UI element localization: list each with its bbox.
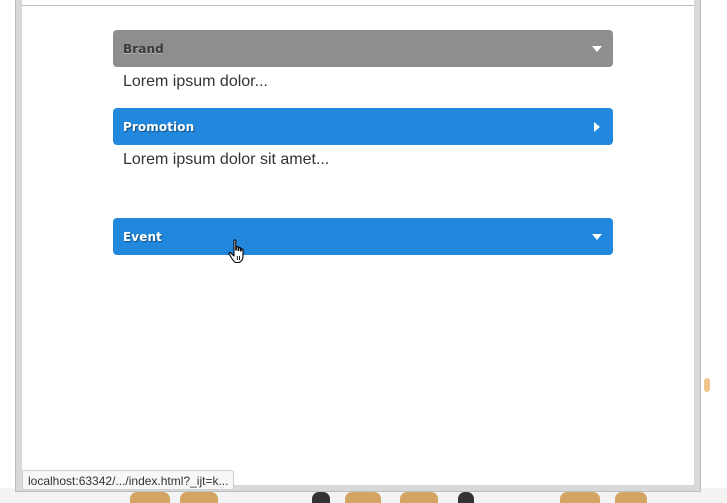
accordion-header-promotion[interactable]: Promotion [113, 108, 613, 145]
background-decoration [704, 378, 710, 392]
caret-down-icon [591, 231, 603, 243]
accordion-content-promotion: Lorem ipsum dolor sit amet... [123, 151, 330, 168]
accordion-header-promotion-title: Promotion [123, 119, 195, 134]
status-bar-url: localhost:63342/.../index.html?_ijt=k... [22, 470, 235, 490]
accordion-content-brand: Lorem ipsum dolor... [123, 73, 268, 90]
top-divider [22, 5, 694, 6]
caret-down-icon [591, 43, 603, 55]
accordion-header-event-title: Event [123, 229, 162, 244]
accordion-header-event[interactable]: Event [113, 218, 613, 255]
page-viewport: Brand Lorem ipsum dolor... Promotion Lor… [22, 0, 694, 485]
accordion-header-brand-title: Brand [123, 41, 164, 56]
browser-window: Brand Lorem ipsum dolor... Promotion Lor… [15, 0, 701, 492]
caret-right-icon [591, 121, 603, 133]
accordion-header-brand[interactable]: Brand [113, 30, 613, 67]
hand-pointer-icon [228, 239, 248, 265]
accordion: Brand Lorem ipsum dolor... Promotion Lor… [113, 30, 613, 255]
